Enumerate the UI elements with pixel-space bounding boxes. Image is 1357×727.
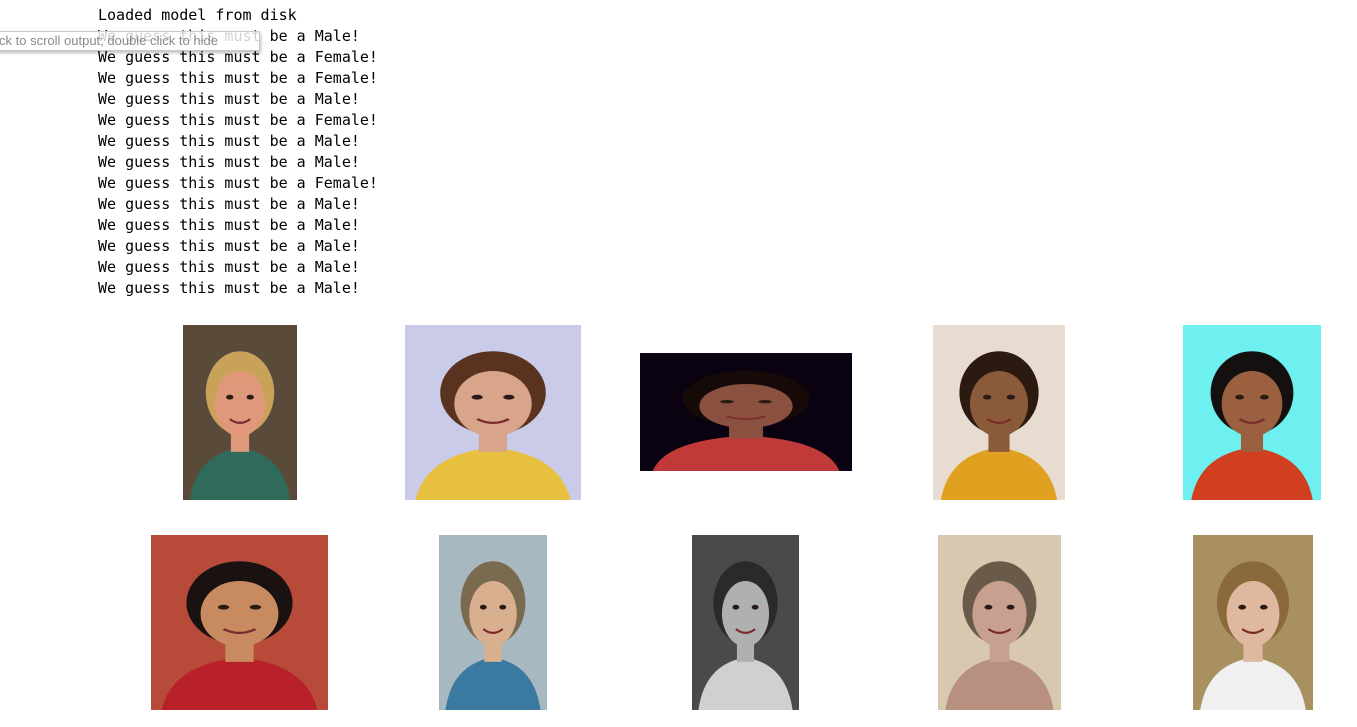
output-line-prediction: We guess this must be a Male! xyxy=(98,258,360,276)
output-line-prediction: We guess this must be a Male! xyxy=(98,132,360,150)
face-photo-3 xyxy=(640,353,852,471)
output-line-status: Loaded model from disk xyxy=(98,6,297,24)
output-line-prediction: We guess this must be a Female! xyxy=(98,174,378,192)
face-photo-6 xyxy=(151,535,328,710)
output-line-prediction: We guess this must be a Male! xyxy=(98,237,360,255)
output-line-prediction: We guess this must be a Male! xyxy=(98,216,360,234)
face-photo-10 xyxy=(1193,535,1313,710)
face-photo-2 xyxy=(405,325,581,500)
face-photo-5 xyxy=(1183,325,1321,500)
output-line-prediction: We guess this must be a Male! xyxy=(98,195,360,213)
face-photo-8 xyxy=(692,535,799,710)
output-line-prediction: We guess this must be a Male! xyxy=(98,90,360,108)
output-line-prediction: We guess this must be a Female! xyxy=(98,69,378,87)
output-line-prediction: We guess this must be a Female! xyxy=(98,111,378,129)
output-line-prediction: We guess this must be a Male! xyxy=(98,279,360,297)
face-photo-7 xyxy=(439,535,547,710)
face-photo-9 xyxy=(938,535,1061,710)
scroll-output-tooltip[interactable]: ck to scroll output; double click to hid… xyxy=(0,31,260,51)
face-photo-4 xyxy=(933,325,1065,500)
output-line-prediction: We guess this must be a Male! xyxy=(98,153,360,171)
face-photo-1 xyxy=(183,325,297,500)
